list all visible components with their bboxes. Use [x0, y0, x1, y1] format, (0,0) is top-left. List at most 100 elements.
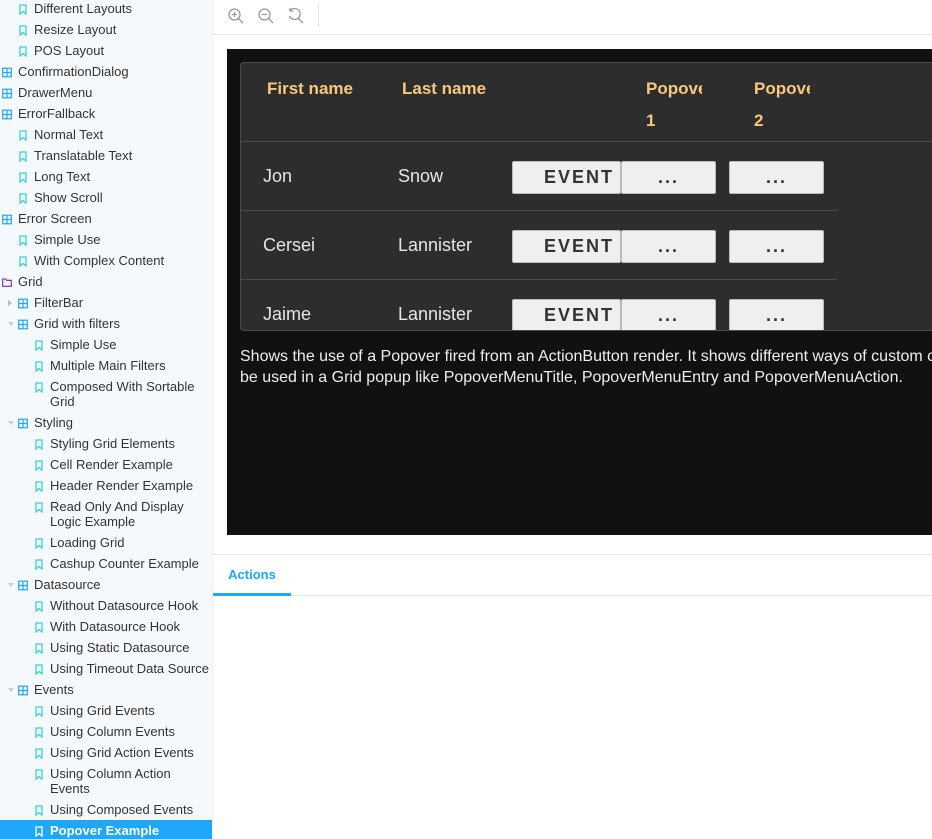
sidebar: Different Layouts Resize Layout POS Layout…	[0, 0, 213, 839]
sidebar-item-using-static-datasource[interactable]: Using Static Datasource	[0, 637, 212, 658]
bookmark-icon	[18, 192, 28, 205]
sidebar-item-label: Error Screen	[18, 211, 92, 226]
addons-panel: Actions	[213, 554, 932, 839]
sidebar-item-error-screen[interactable]: Error Screen	[0, 208, 212, 229]
sidebar-item-label: Cell Render Example	[50, 457, 173, 472]
chevron-down-icon[interactable]	[8, 421, 14, 425]
sidebar-item-using-column-action-events[interactable]: Using Column Action Events	[0, 763, 212, 799]
bookmark-icon	[34, 825, 44, 838]
folder-icon	[2, 276, 12, 287]
sidebar-item-loading-grid[interactable]: Loading Grid	[0, 532, 212, 553]
sidebar-item-resize-layout[interactable]: Resize Layout	[0, 19, 212, 40]
sidebar-item-translatable-text[interactable]: Translatable Text	[0, 145, 212, 166]
sidebar-item-grid[interactable]: Grid	[0, 271, 212, 292]
sidebar-item-using-composed-events[interactable]: Using Composed Events	[0, 799, 212, 820]
sidebar-item-cashup-counter-example[interactable]: Cashup Counter Example	[0, 553, 212, 574]
sidebar-item-different-layouts[interactable]: Different Layouts	[0, 0, 212, 19]
sidebar-item-simple-use[interactable]: Simple Use	[0, 334, 212, 355]
sidebar-item-using-grid-action-events[interactable]: Using Grid Action Events	[0, 742, 212, 763]
sidebar-item-label: Using Grid Events	[50, 703, 155, 718]
bookmark-icon	[34, 747, 44, 760]
sidebar-item-show-scroll[interactable]: Show Scroll	[0, 187, 212, 208]
story-preview: First name Last name Popover 1 Popover 2…	[227, 49, 932, 535]
sidebar-item-header-render-example[interactable]: Header Render Example	[0, 475, 212, 496]
cell-last-name: Snow	[398, 166, 444, 186]
main-area: First name Last name Popover 1 Popover 2…	[213, 0, 932, 839]
sidebar-item-cell-render-example[interactable]: Cell Render Example	[0, 454, 212, 475]
sidebar-item-using-column-events[interactable]: Using Column Events	[0, 721, 212, 742]
event-button[interactable]: EVENT	[512, 230, 621, 263]
toolbar	[213, 0, 932, 35]
bookmark-icon	[18, 24, 28, 37]
sidebar-item-datasource[interactable]: Datasource	[0, 574, 212, 595]
sidebar-item-long-text[interactable]: Long Text	[0, 166, 212, 187]
chevron-down-icon[interactable]	[8, 688, 14, 692]
sidebar-item-using-grid-events[interactable]: Using Grid Events	[0, 700, 212, 721]
sidebar-item-label: Normal Text	[34, 127, 104, 142]
sidebar-item-filterbar[interactable]: FilterBar	[0, 292, 212, 313]
sidebar-item-label: Using Static Datasource	[50, 640, 190, 655]
bookmark-icon	[34, 438, 44, 451]
chevron-right-icon[interactable]	[8, 300, 12, 306]
cell-first-name: Cersei	[263, 235, 316, 255]
popover-2-button[interactable]: ...	[729, 299, 824, 330]
sidebar-item-errorfallback[interactable]: ErrorFallback	[0, 103, 212, 124]
cell-last-name: Lannister	[398, 235, 473, 255]
chevron-down-icon[interactable]	[8, 583, 14, 587]
sidebar-item-label: Long Text	[34, 169, 91, 184]
popover-2-button[interactable]: ...	[729, 161, 824, 194]
sidebar-item-using-timeout-data-source[interactable]: Using Timeout Data Source	[0, 658, 212, 679]
description-line-2: be used in a Grid popup like PopoverMenu…	[240, 369, 903, 386]
sidebar-item-normal-text[interactable]: Normal Text	[0, 124, 212, 145]
sidebar-item-label: With Complex Content	[34, 253, 165, 268]
tab-actions[interactable]: Actions	[213, 555, 291, 596]
header-popover-2[interactable]: Popover 2	[754, 73, 810, 137]
zoom-in-icon[interactable]	[227, 7, 245, 25]
sidebar-item-composed-with-sortable-grid[interactable]: Composed With Sortable Grid	[0, 376, 212, 412]
sidebar-item-pos-layout[interactable]: POS Layout	[0, 40, 212, 61]
header-popover-1[interactable]: Popover 1	[646, 73, 702, 137]
sidebar-item-drawermenu[interactable]: DrawerMenu	[0, 82, 212, 103]
sidebar-item-confirmationdialog[interactable]: ConfirmationDialog	[0, 61, 212, 82]
sidebar-item-with-datasource-hook[interactable]: With Datasource Hook	[0, 616, 212, 637]
component-icon	[2, 66, 12, 78]
sidebar-item-label: Without Datasource Hook	[50, 598, 199, 613]
reset-zoom-icon[interactable]	[287, 7, 305, 25]
bookmark-icon	[34, 360, 44, 373]
popover-1-button[interactable]: ...	[621, 161, 716, 194]
sidebar-item-label: Different Layouts	[34, 1, 133, 16]
component-icon	[2, 213, 12, 225]
sidebar-item-multiple-main-filters[interactable]: Multiple Main Filters	[0, 355, 212, 376]
sidebar-item-styling[interactable]: Styling	[0, 412, 212, 433]
sidebar-item-label: POS Layout	[34, 43, 105, 58]
sidebar-item-label: Using Composed Events	[50, 802, 194, 817]
popover-2-button[interactable]: ...	[729, 230, 824, 263]
sidebar-item-label: Using Timeout Data Source	[50, 661, 209, 676]
sidebar-item-styling-grid-elements[interactable]: Styling Grid Elements	[0, 433, 212, 454]
header-first-name[interactable]: First name	[267, 73, 367, 105]
component-icon	[18, 297, 28, 309]
sidebar-item-label: Grid with filters	[34, 316, 120, 331]
chevron-down-icon[interactable]	[8, 322, 14, 326]
popover-1-button[interactable]: ...	[621, 230, 716, 263]
event-button[interactable]: EVENT	[512, 161, 621, 194]
sidebar-item-label: FilterBar	[34, 295, 84, 310]
component-icon	[18, 684, 28, 696]
sidebar-item-label: Resize Layout	[34, 22, 117, 37]
sidebar-item-without-datasource-hook[interactable]: Without Datasource Hook	[0, 595, 212, 616]
bookmark-icon	[18, 234, 28, 247]
sidebar-item-grid-with-filters[interactable]: Grid with filters	[0, 313, 212, 334]
sidebar-item-with-complex-content[interactable]: With Complex Content	[0, 250, 212, 271]
zoom-out-icon[interactable]	[257, 7, 275, 25]
popover-1-button[interactable]: ...	[621, 299, 716, 330]
sidebar-item-label: ConfirmationDialog	[18, 64, 129, 79]
header-last-name[interactable]: Last name	[402, 73, 502, 105]
bookmark-icon	[34, 459, 44, 472]
sidebar-item-label: Using Column Action Events	[50, 766, 171, 796]
sidebar-item-events[interactable]: Events	[0, 679, 212, 700]
event-button[interactable]: EVENT	[512, 299, 621, 330]
sidebar-item-popover-example[interactable]: Popover Example	[0, 820, 212, 839]
bookmark-icon	[34, 381, 44, 394]
sidebar-item-read-only-and-display-logic-example[interactable]: Read Only And Display Logic Example	[0, 496, 212, 532]
sidebar-item-simple-use[interactable]: Simple Use	[0, 229, 212, 250]
